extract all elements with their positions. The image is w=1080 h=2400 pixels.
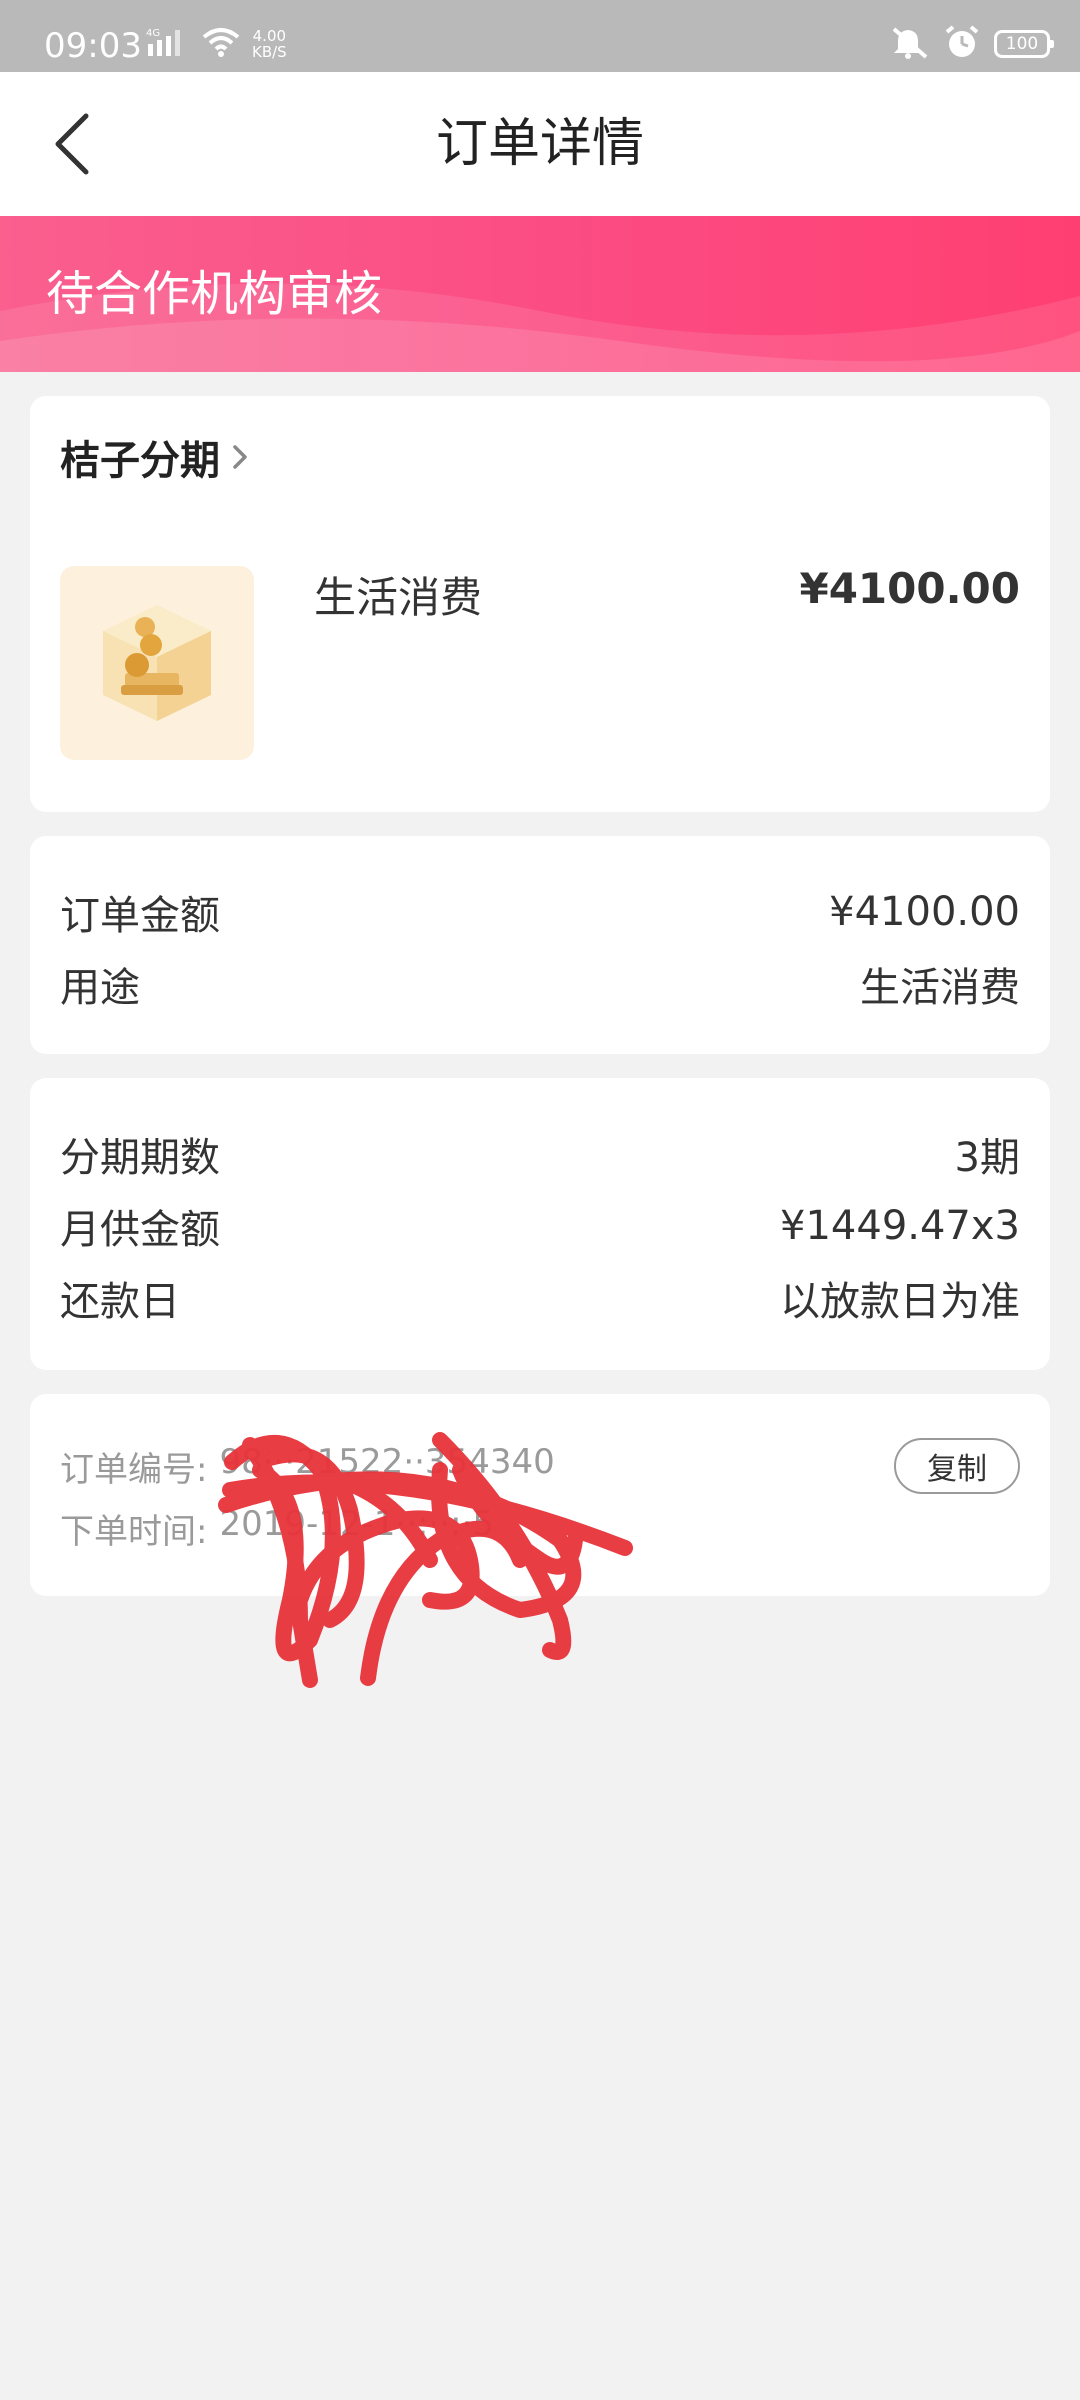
status-bar: 09:03 4G 4.00 KB/S 100 [0,0,1080,72]
repayment-date-label: 还款日 [60,1279,180,1325]
order-time-label: 下单时间: [60,1512,208,1552]
nav-bar: 订单详情 [0,72,1080,216]
order-amount-row: 订单金额 ¥4100.00 [60,882,1020,942]
wifi-icon [202,27,240,61]
status-left-icons: 4G 4.00 KB/S [146,22,287,66]
repayment-date-value: 以放款日为准 [780,1279,1020,1325]
order-status-text: 待合作机构审核 [46,266,383,322]
order-time-row: 下单时间: 2019-12-1··:··:·5 [60,1504,494,1553]
order-info-card: 订单编号: 98···21522··354340 下单时间: 2019-12-1… [30,1394,1050,1596]
product-image [60,566,254,760]
installment-count-row: 分期期数 3期 [60,1124,1020,1184]
monthly-payment-row: 月供金额 ¥1449.47x3 [60,1196,1020,1256]
status-time: 09:03 [44,26,142,66]
product-name: 生活消费 [314,573,483,622]
page-title: 订单详情 [435,114,644,174]
installment-card: 分期期数 3期 月供金额 ¥1449.47x3 还款日 以放款日为准 [30,1078,1050,1370]
monthly-payment-value: ¥1449.47x3 [780,1203,1020,1249]
battery-icon: 100 [994,30,1054,58]
gold-coin-box-icon [103,605,211,721]
order-number-label: 订单编号: [60,1450,208,1490]
order-number-value: 98···21522··354340 [219,1442,555,1482]
status-right-icons: 100 [890,22,1054,66]
network-speed-value: 4.00 [252,27,287,45]
chevron-right-icon [233,445,247,469]
merchant-name: 桔子分期 [60,438,220,484]
network-type-label: 4G [146,28,160,39]
purpose-row: 用途 生活消费 [60,954,1020,1014]
repayment-date-row: 还款日 以放款日为准 [60,1268,1020,1328]
product-card: 桔子分期 生活消费 ¥4100.00 [30,396,1050,812]
installment-count-value: 3期 [954,1135,1020,1181]
purpose-label: 用途 [60,965,140,1011]
product-price: ¥4100.00 [799,564,1020,613]
network-speed-unit: KB/S [252,43,287,61]
purpose-value: 生活消费 [860,965,1020,1011]
battery-level: 100 [1005,34,1039,54]
network-speed: 4.00 KB/S [252,28,287,60]
copy-button[interactable]: 复制 [894,1438,1020,1494]
alarm-icon [944,24,980,64]
order-amount-value: ¥4100.00 [829,889,1020,935]
monthly-payment-label: 月供金额 [60,1207,220,1253]
merchant-link[interactable]: 桔子分期 [60,428,248,486]
status-banner: 待合作机构审核 [0,216,1080,372]
mute-icon [890,25,930,63]
order-amount-label: 订单金额 [60,893,220,939]
order-time-value: 2019-12-1··:··:·5 [219,1504,495,1544]
order-number-row: 订单编号: 98···21522··354340 [60,1442,555,1491]
installment-count-label: 分期期数 [60,1135,220,1181]
amount-card: 订单金额 ¥4100.00 用途 生活消费 [30,836,1050,1054]
signal-icon: 4G [146,26,190,62]
